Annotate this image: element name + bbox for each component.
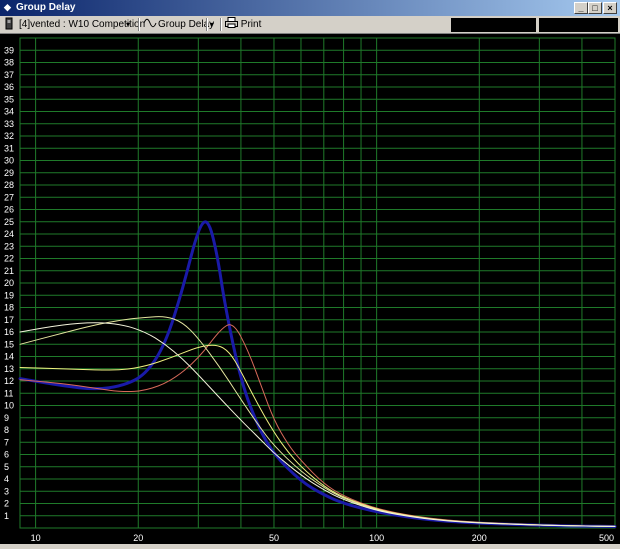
x-tick-label: 50 (269, 533, 279, 543)
y-tick-label: 24 (4, 229, 14, 239)
chart-area[interactable]: 1 2 3 4 5 6 7 8 9 10 11 12 13 14 15 16 17 18 19 20 21 22 23 24 2… (0, 34, 620, 544)
grid-lines (19, 37, 616, 529)
toolbar: [4]vented : W10 Competition ▾ Group Dela… (0, 16, 620, 34)
series-line-4 (19, 316, 616, 527)
y-tick-label: 19 (4, 290, 14, 300)
y-tick-label: 14 (4, 352, 14, 362)
y-tick-label: 12 (4, 376, 14, 386)
model-dropdown-arrow-icon[interactable]: ▾ (126, 17, 130, 32)
series-line-2 (19, 324, 616, 527)
y-tick-label: 16 (4, 327, 14, 337)
y-tick-label: 30 (4, 156, 14, 166)
y-tick-label: 22 (4, 254, 14, 264)
y-tick-label: 29 (4, 168, 14, 178)
print-button[interactable]: Print (225, 17, 261, 32)
y-tick-label: 9 (4, 413, 9, 423)
y-tick-label: 23 (4, 241, 14, 251)
y-tick-label: 35 (4, 94, 14, 104)
y-tick-label: 18 (4, 303, 14, 313)
group-delay-chart[interactable]: 1234567891011121314151617181920212223242… (0, 34, 620, 544)
series-line-3 (19, 344, 616, 527)
y-tick-label: 21 (4, 266, 14, 276)
series-lines (18, 220, 617, 528)
y-tick-label: 4 (4, 474, 9, 484)
y-tick-label: 11 (4, 388, 13, 398)
speaker-icon (4, 17, 14, 32)
title-bar[interactable]: ◆ Group Delay _ □ × (0, 0, 620, 16)
x-tick-label: 100 (369, 533, 384, 543)
status-field (451, 18, 536, 32)
toolbar-separator (220, 18, 222, 31)
group-delay-wave-icon (143, 17, 157, 32)
x-axis-tick-labels: 10 20 50 100 200 500 (31, 533, 614, 543)
y-axis-tick-labels: 1234567891011121314151617181920212223242… (4, 45, 14, 521)
y-tick-label: 1 (4, 511, 9, 521)
y-tick-label: 26 (4, 205, 14, 215)
restore-button[interactable]: □ (588, 2, 602, 14)
y-tick-label: 13 (4, 364, 14, 374)
y-tick-label: 10 (4, 401, 14, 411)
print-label: Print (240, 19, 262, 30)
y-tick-label: 32 (4, 131, 14, 141)
minimize-button[interactable]: _ (574, 2, 588, 14)
toolbar-separator (206, 18, 208, 31)
y-tick-label: 31 (4, 143, 14, 153)
window-title: Group Delay (16, 2, 76, 13)
printer-icon (225, 17, 238, 28)
y-tick-label: 38 (4, 58, 14, 68)
group-delay-window: ◆ Group Delay _ □ × [4]vented : W10 Comp… (0, 0, 620, 544)
y-tick-label: 34 (4, 107, 14, 117)
series-line-5 (19, 322, 616, 527)
y-tick-label: 37 (4, 70, 14, 80)
y-tick-label: 27 (4, 192, 14, 202)
y-tick-label: 7 (4, 437, 9, 447)
x-tick-label: 20 (133, 533, 143, 543)
toolbar-separator (138, 18, 140, 31)
x-tick-label: 500 (599, 533, 614, 543)
y-tick-label: 20 (4, 278, 14, 288)
y-tick-label: 2 (4, 499, 9, 509)
y-tick-label: 28 (4, 180, 14, 190)
status-field (539, 18, 618, 32)
y-tick-label: 15 (4, 339, 14, 349)
y-tick-label: 36 (4, 82, 14, 92)
y-tick-label: 6 (4, 450, 9, 460)
x-tick-label: 10 (31, 533, 41, 543)
y-tick-label: 5 (4, 462, 9, 472)
y-tick-label: 3 (4, 486, 9, 496)
y-tick-label: 8 (4, 425, 9, 435)
close-button[interactable]: × (603, 2, 617, 14)
view-dropdown-arrow-icon[interactable]: ▾ (210, 17, 214, 32)
y-tick-label: 33 (4, 119, 14, 129)
y-tick-label: 17 (4, 315, 14, 325)
y-tick-label: 25 (4, 217, 14, 227)
system-menu-icon[interactable]: ◆ (3, 3, 12, 12)
y-tick-label: 39 (4, 45, 14, 55)
x-tick-label: 200 (472, 533, 487, 543)
